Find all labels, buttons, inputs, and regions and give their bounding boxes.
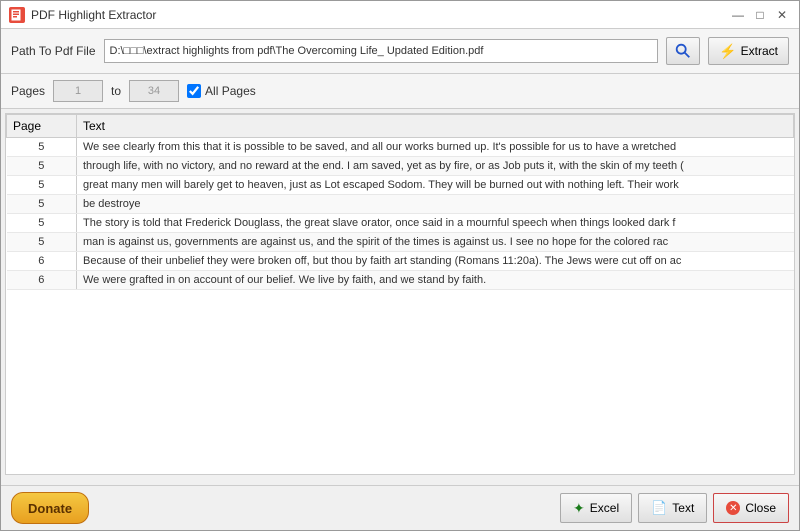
text-button[interactable]: 📄 Text <box>638 493 707 523</box>
cell-page: 6 <box>7 271 77 290</box>
title-controls: — □ ✕ <box>729 6 791 24</box>
col-text-header: Text <box>77 115 794 138</box>
table-row: 5 We see clearly from this that it is po… <box>7 138 794 157</box>
donate-button[interactable]: Donate <box>11 492 89 524</box>
table-row: 5 The story is told that Frederick Dougl… <box>7 214 794 233</box>
close-window-button[interactable]: ✕ <box>773 6 791 24</box>
cell-text: The story is told that Frederick Douglas… <box>77 214 794 233</box>
text-icon: 📄 <box>651 500 667 516</box>
table-row: 5 be destroye <box>7 195 794 214</box>
close-button[interactable]: ✕ Close <box>713 493 789 523</box>
cell-page: 5 <box>7 138 77 157</box>
app-icon <box>9 7 25 23</box>
extract-label: Extract <box>741 44 778 58</box>
maximize-button[interactable]: □ <box>751 6 769 24</box>
cell-page: 5 <box>7 176 77 195</box>
cell-text: great many men will barely get to heaven… <box>77 176 794 195</box>
close-icon: ✕ <box>726 501 740 515</box>
excel-label: Excel <box>590 501 619 515</box>
excel-icon: ✦ <box>573 500 585 517</box>
page-to-input[interactable] <box>129 80 179 102</box>
search-button[interactable] <box>666 37 700 65</box>
pages-label: Pages <box>11 84 45 98</box>
path-input[interactable] <box>104 39 659 63</box>
all-pages-label[interactable]: All Pages <box>187 84 256 98</box>
page-from-input[interactable] <box>53 80 103 102</box>
table-container: Page Text 5 We see clearly from this tha… <box>5 113 795 475</box>
extract-button[interactable]: ⚡ Extract <box>708 37 789 65</box>
cell-page: 5 <box>7 233 77 252</box>
table-row: 5 man is against us, governments are aga… <box>7 233 794 252</box>
table-header-row: Page Text <box>7 115 794 138</box>
toolbar: Path To Pdf File ⚡ Extract <box>1 29 799 74</box>
excel-button[interactable]: ✦ Excel <box>560 493 632 523</box>
cell-page: 6 <box>7 252 77 271</box>
bottom-right-buttons: ✦ Excel 📄 Text ✕ Close <box>560 493 789 523</box>
cell-page: 5 <box>7 157 77 176</box>
cell-text: We were grafted in on account of our bel… <box>77 271 794 290</box>
table-row: 6 We were grafted in on account of our b… <box>7 271 794 290</box>
highlights-table: Page Text 5 We see clearly from this tha… <box>6 114 794 290</box>
extract-icon: ⚡ <box>719 43 736 60</box>
table-row: 5 great many men will barely get to heav… <box>7 176 794 195</box>
table-scroll[interactable]: Page Text 5 We see clearly from this tha… <box>6 114 794 474</box>
pages-bar: Pages to All Pages <box>1 74 799 109</box>
close-label: Close <box>745 501 776 515</box>
search-icon <box>674 42 692 60</box>
cell-text: Because of their unbelief they were brok… <box>77 252 794 271</box>
all-pages-checkbox[interactable] <box>187 84 201 98</box>
cell-text: through life, with no victory, and no re… <box>77 157 794 176</box>
window-title: PDF Highlight Extractor <box>31 8 156 22</box>
main-window: PDF Highlight Extractor — □ ✕ Path To Pd… <box>0 0 800 531</box>
cell-text: man is against us, governments are again… <box>77 233 794 252</box>
cell-page: 5 <box>7 195 77 214</box>
bottom-bar: Donate ✦ Excel 📄 Text ✕ Close <box>1 485 799 530</box>
all-pages-text: All Pages <box>205 84 256 98</box>
text-label: Text <box>672 501 694 515</box>
cell-page: 5 <box>7 214 77 233</box>
cell-text: be destroye <box>77 195 794 214</box>
title-bar-left: PDF Highlight Extractor <box>9 7 156 23</box>
to-label: to <box>111 84 121 98</box>
col-page-header: Page <box>7 115 77 138</box>
cell-text: We see clearly from this that it is poss… <box>77 138 794 157</box>
path-label: Path To Pdf File <box>11 44 96 58</box>
table-row: 5 through life, with no victory, and no … <box>7 157 794 176</box>
title-bar: PDF Highlight Extractor — □ ✕ <box>1 1 799 29</box>
minimize-button[interactable]: — <box>729 6 747 24</box>
table-row: 6 Because of their unbelief they were br… <box>7 252 794 271</box>
